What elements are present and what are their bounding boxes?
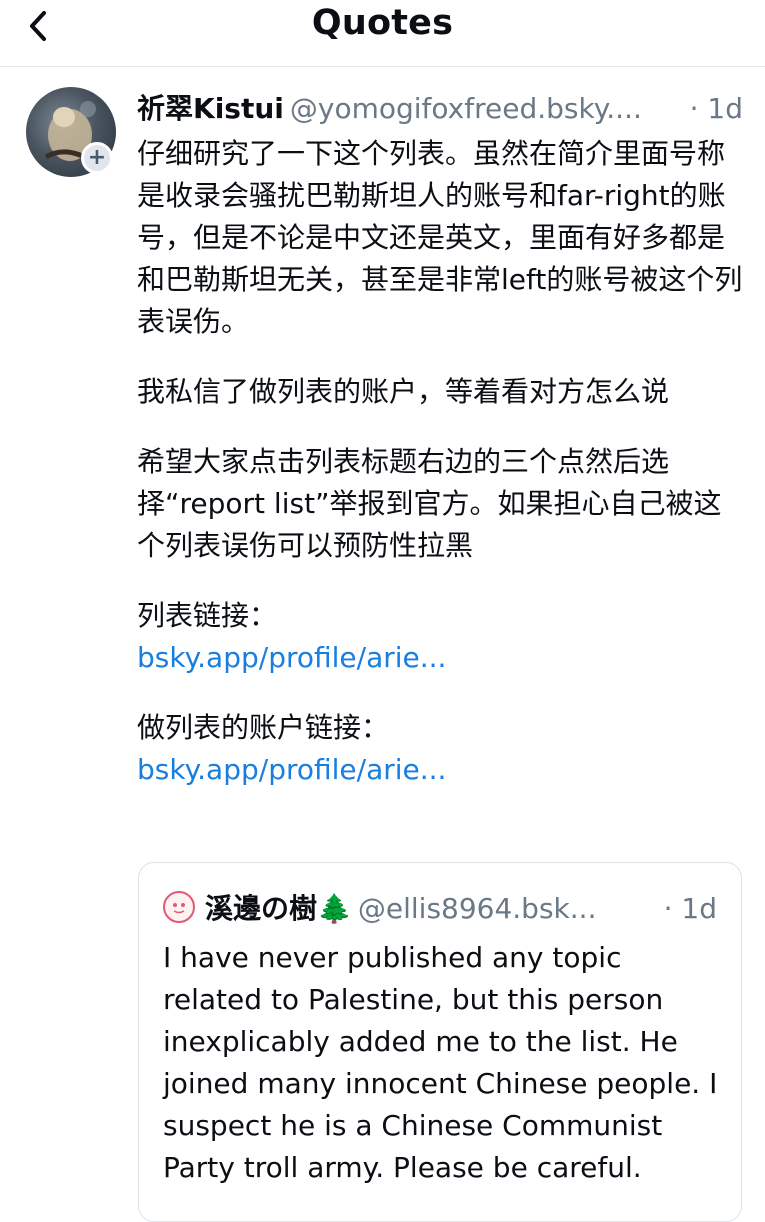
- quoted-post-text: I have never published any topic related…: [163, 941, 718, 1184]
- post-item[interactable]: + 祈翠Kistui @yomogifoxfreed.bsky.... · 1d …: [0, 67, 765, 1222]
- account-link-label: 做列表的账户链接：: [137, 711, 390, 744]
- post-paragraph: 仔细研究了一下这个列表。虽然在简介里面号称是收录会骚扰巴勒斯坦人的账号和far-…: [137, 137, 743, 338]
- account-link[interactable]: bsky.app/profile/arie...: [137, 749, 747, 791]
- author-avatar-container: +: [26, 87, 116, 177]
- follow-button[interactable]: +: [81, 142, 113, 174]
- quoted-post-card[interactable]: 溪邊の樹🌲 @ellis8964.bsk... · 1d I have never…: [138, 862, 742, 1222]
- page-title: Quotes: [311, 3, 454, 43]
- post-text: 仔细研究了一下这个列表。虽然在简介里面号称是收录会骚扰巴勒斯坦人的账号和far-…: [137, 133, 747, 791]
- author-handle[interactable]: @yomogifoxfreed.bsky....: [290, 92, 642, 125]
- post-timestamp[interactable]: · 1d: [690, 89, 743, 129]
- author-name[interactable]: 祈翠Kistui: [137, 92, 284, 125]
- quoted-author-name[interactable]: 溪邊の樹🌲: [205, 892, 352, 925]
- quoted-post-header: 溪邊の樹🌲 @ellis8964.bsk...: [163, 889, 721, 929]
- avatar-image: [173, 903, 185, 914]
- post-paragraph: 希望大家点击列表标题右边的三个点然后选择“report list”举报到官方。如…: [137, 445, 722, 562]
- post-header: 祈翠Kistui @yomogifoxfreed.bsky....: [137, 89, 747, 129]
- quoted-author-handle[interactable]: @ellis8964.bsk...: [358, 892, 597, 925]
- post-paragraph: 我私信了做列表的账户，等着看对方怎么说: [137, 375, 670, 408]
- top-bar: Quotes: [0, 0, 765, 67]
- list-link[interactable]: bsky.app/profile/arie...: [137, 637, 747, 679]
- plus-icon: +: [87, 145, 107, 170]
- list-link-label: 列表链接：: [137, 599, 278, 632]
- quoted-post-timestamp[interactable]: · 1d: [664, 889, 717, 929]
- quoted-author-avatar[interactable]: [163, 891, 195, 923]
